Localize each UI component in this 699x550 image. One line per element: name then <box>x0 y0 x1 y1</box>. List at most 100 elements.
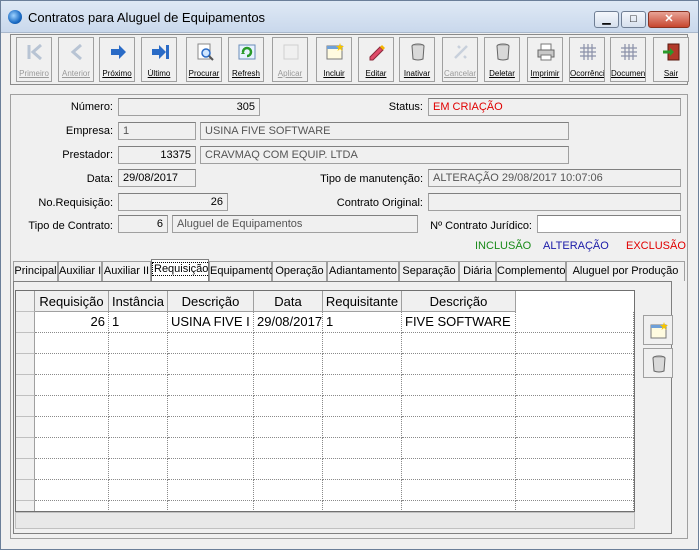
grid-cell[interactable] <box>168 501 254 511</box>
grid-cell[interactable] <box>109 459 168 480</box>
numero-field[interactable]: 305 <box>118 98 260 116</box>
tab-equipamento[interactable]: Equipamento <box>209 261 275 281</box>
grid-cell[interactable] <box>254 459 323 480</box>
tab-separacao[interactable]: Separação <box>399 261 459 281</box>
toolbar-button-inativar[interactable]: Inativar <box>399 37 435 82</box>
prestador-name-field[interactable]: CRAVMAQ COM EQUIP. LTDA <box>200 146 569 164</box>
grid-row-indicator[interactable] <box>16 501 35 511</box>
add-row-button[interactable] <box>643 315 673 345</box>
grid-cell[interactable]: 1 <box>323 312 402 333</box>
grid-cell[interactable] <box>109 438 168 459</box>
grid-cell[interactable] <box>254 375 323 396</box>
grid-column-header[interactable]: Descrição <box>168 291 254 312</box>
grid-cell[interactable] <box>35 438 109 459</box>
grid-cell[interactable] <box>323 459 402 480</box>
grid-cell[interactable] <box>254 333 323 354</box>
empresa-name-field[interactable]: USINA FIVE SOFTWARE <box>200 122 569 140</box>
tab-adiantamento[interactable]: Adiantamento <box>327 261 399 281</box>
tipo-contrato-code-field[interactable]: 6 <box>118 215 168 233</box>
grid-cell[interactable] <box>402 375 516 396</box>
empresa-code-field[interactable]: 1 <box>118 122 196 140</box>
toolbar-button-aplicar[interactable]: Aplicar <box>272 37 308 82</box>
title-bar[interactable]: Contratos para Aluguel de Equipamentos ▁… <box>1 1 698 33</box>
toolbar-button-primeiro[interactable]: Primeiro <box>16 37 52 82</box>
close-button[interactable]: ✕ <box>648 11 690 28</box>
grid-cell[interactable] <box>35 375 109 396</box>
grid-row-indicator[interactable] <box>16 438 35 459</box>
tab-diaria[interactable]: Diária <box>459 261 496 281</box>
grid-cell[interactable] <box>323 417 402 438</box>
tab-operacao[interactable]: Operação <box>272 261 327 281</box>
grid-cell[interactable] <box>323 333 402 354</box>
maximize-button[interactable]: □ <box>621 11 646 28</box>
toolbar-button-refresh[interactable]: Refresh <box>228 37 264 82</box>
grid-cell[interactable] <box>254 354 323 375</box>
grid-cell[interactable] <box>168 459 254 480</box>
grid-cell[interactable] <box>109 501 168 511</box>
grid-cell[interactable]: 26 <box>35 312 109 333</box>
grid-cell[interactable] <box>402 438 516 459</box>
status-field[interactable]: EM CRIAÇÃO <box>428 98 681 116</box>
grid-cell[interactable] <box>402 333 516 354</box>
grid-cell[interactable] <box>35 396 109 417</box>
toolbar-button-ultimo[interactable]: Último <box>141 37 177 82</box>
toolbar-button-imprimir[interactable]: Imprimir <box>527 37 563 82</box>
grid-cell[interactable] <box>35 417 109 438</box>
prestador-code-field[interactable]: 13375 <box>118 146 196 164</box>
grid-cell[interactable] <box>323 354 402 375</box>
toolbar-button-ocorrencia[interactable]: Ocorrência <box>569 37 605 82</box>
tab-auxiliar-ii[interactable]: Auxiliar II <box>102 261 151 281</box>
grid-cell[interactable] <box>323 396 402 417</box>
toolbar-button-proximo[interactable]: Próximo <box>99 37 135 82</box>
grid-row-indicator[interactable] <box>16 354 35 375</box>
grid-cell[interactable] <box>402 459 516 480</box>
grid-cell[interactable] <box>168 438 254 459</box>
tab-auxiliar-i[interactable]: Auxiliar I <box>58 261 102 281</box>
toolbar-button-procurar[interactable]: Procurar <box>186 37 222 82</box>
grid-cell[interactable] <box>402 501 516 511</box>
grid-cell[interactable] <box>168 396 254 417</box>
grid-cell[interactable] <box>402 480 516 501</box>
grid-cell[interactable]: 1 <box>109 312 168 333</box>
grid-cell[interactable] <box>109 480 168 501</box>
toolbar-button-sair[interactable]: Sair <box>653 37 689 82</box>
grid-cell[interactable] <box>254 417 323 438</box>
grid-cell[interactable] <box>109 375 168 396</box>
horizontal-scrollbar[interactable] <box>15 512 635 529</box>
grid-cell[interactable] <box>35 354 109 375</box>
grid-cell[interactable] <box>323 375 402 396</box>
grid-cell[interactable] <box>109 417 168 438</box>
no-requisicao-field[interactable]: 26 <box>118 193 228 211</box>
grid-column-header[interactable]: Requisição <box>35 291 109 312</box>
grid-cell[interactable] <box>254 501 323 511</box>
grid-cell[interactable] <box>168 333 254 354</box>
toolbar-button-editar[interactable]: Editar <box>358 37 394 82</box>
tipo-manutencao-field[interactable]: ALTERAÇÃO 29/08/2017 10:07:06 <box>428 169 681 187</box>
grid-cell[interactable] <box>168 480 254 501</box>
grid-cell[interactable] <box>35 333 109 354</box>
toolbar-button-cancelar[interactable]: Cancelar <box>442 37 478 82</box>
grid-cell[interactable]: USINA FIVE I <box>168 312 254 333</box>
grid-row-indicator[interactable] <box>16 333 35 354</box>
tab-complemento[interactable]: Complemento <box>496 261 566 281</box>
tipo-contrato-name-field[interactable]: Aluguel de Equipamentos <box>172 215 418 233</box>
tab-principal[interactable]: Principal <box>13 261 58 281</box>
grid-cell[interactable] <box>109 354 168 375</box>
tab-requisicao[interactable]: Requisição <box>151 259 211 282</box>
grid-cell[interactable] <box>35 459 109 480</box>
data-field[interactable]: 29/08/2017 <box>118 169 196 187</box>
grid-column-header[interactable]: Descrição <box>402 291 516 312</box>
contrato-original-field[interactable] <box>428 193 681 211</box>
grid-row-indicator[interactable] <box>16 417 35 438</box>
requisition-grid[interactable]: Requisição Instância Descrição Data Requisit… <box>15 290 635 512</box>
grid-column-header[interactable]: Requisitante <box>323 291 402 312</box>
grid-column-header[interactable]: Data <box>254 291 323 312</box>
grid-cell[interactable] <box>323 501 402 511</box>
grid-cell[interactable]: FIVE SOFTWARE <box>402 312 516 333</box>
grid-row-indicator[interactable] <box>16 375 35 396</box>
grid-cell[interactable] <box>323 480 402 501</box>
toolbar-button-incluir[interactable]: Incluir <box>316 37 352 82</box>
grid-cell[interactable] <box>35 501 109 511</box>
toolbar-button-anterior[interactable]: Anterior <box>58 37 94 82</box>
grid-cell[interactable] <box>168 375 254 396</box>
